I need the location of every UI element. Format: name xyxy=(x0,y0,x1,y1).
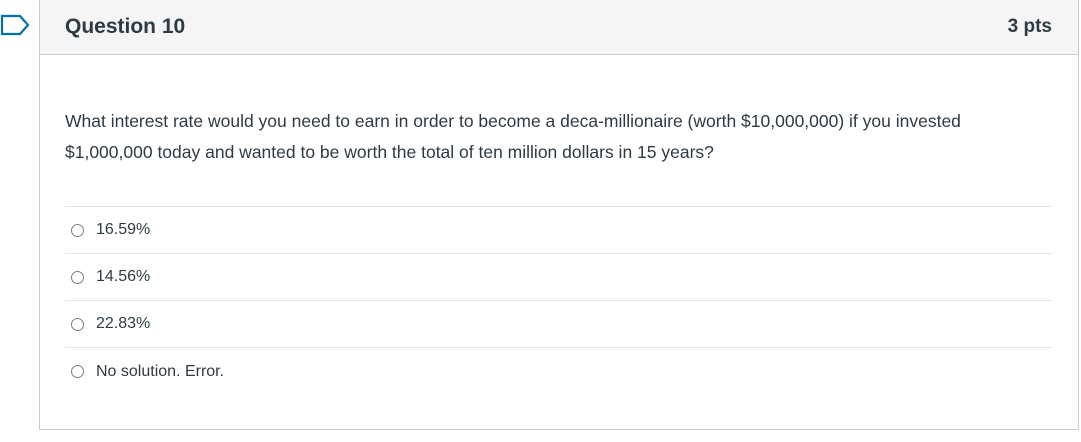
answer-label[interactable]: No solution. Error. xyxy=(96,363,224,381)
radio-unchecked-icon[interactable] xyxy=(71,223,84,237)
question-card: Question 10 3 pts What interest rate wou… xyxy=(39,0,1079,430)
answer-label[interactable]: 22.83% xyxy=(96,315,150,333)
answer-option-1[interactable]: 16.59% xyxy=(65,207,1052,254)
question-title: Question 10 xyxy=(65,15,186,38)
answer-option-3[interactable]: 22.83% xyxy=(65,301,1052,348)
answer-option-2[interactable]: 14.56% xyxy=(65,254,1052,301)
question-points: 3 pts xyxy=(1007,16,1052,37)
answer-option-4[interactable]: No solution. Error. xyxy=(65,348,1052,395)
question-body: What interest rate would you need to ear… xyxy=(40,55,1078,395)
answer-label[interactable]: 16.59% xyxy=(96,221,150,239)
flag-question-icon[interactable] xyxy=(0,14,30,36)
radio-unchecked-icon[interactable] xyxy=(71,365,84,378)
radio-unchecked-icon[interactable] xyxy=(71,317,84,331)
question-text: What interest rate would you need to ear… xyxy=(65,111,961,162)
radio-unchecked-icon[interactable] xyxy=(71,270,84,284)
answer-label[interactable]: 14.56% xyxy=(96,268,150,286)
answer-list: 16.59% 14.56% 22.83% No solution. Error. xyxy=(65,206,1052,395)
question-header: Question 10 3 pts xyxy=(40,0,1078,55)
